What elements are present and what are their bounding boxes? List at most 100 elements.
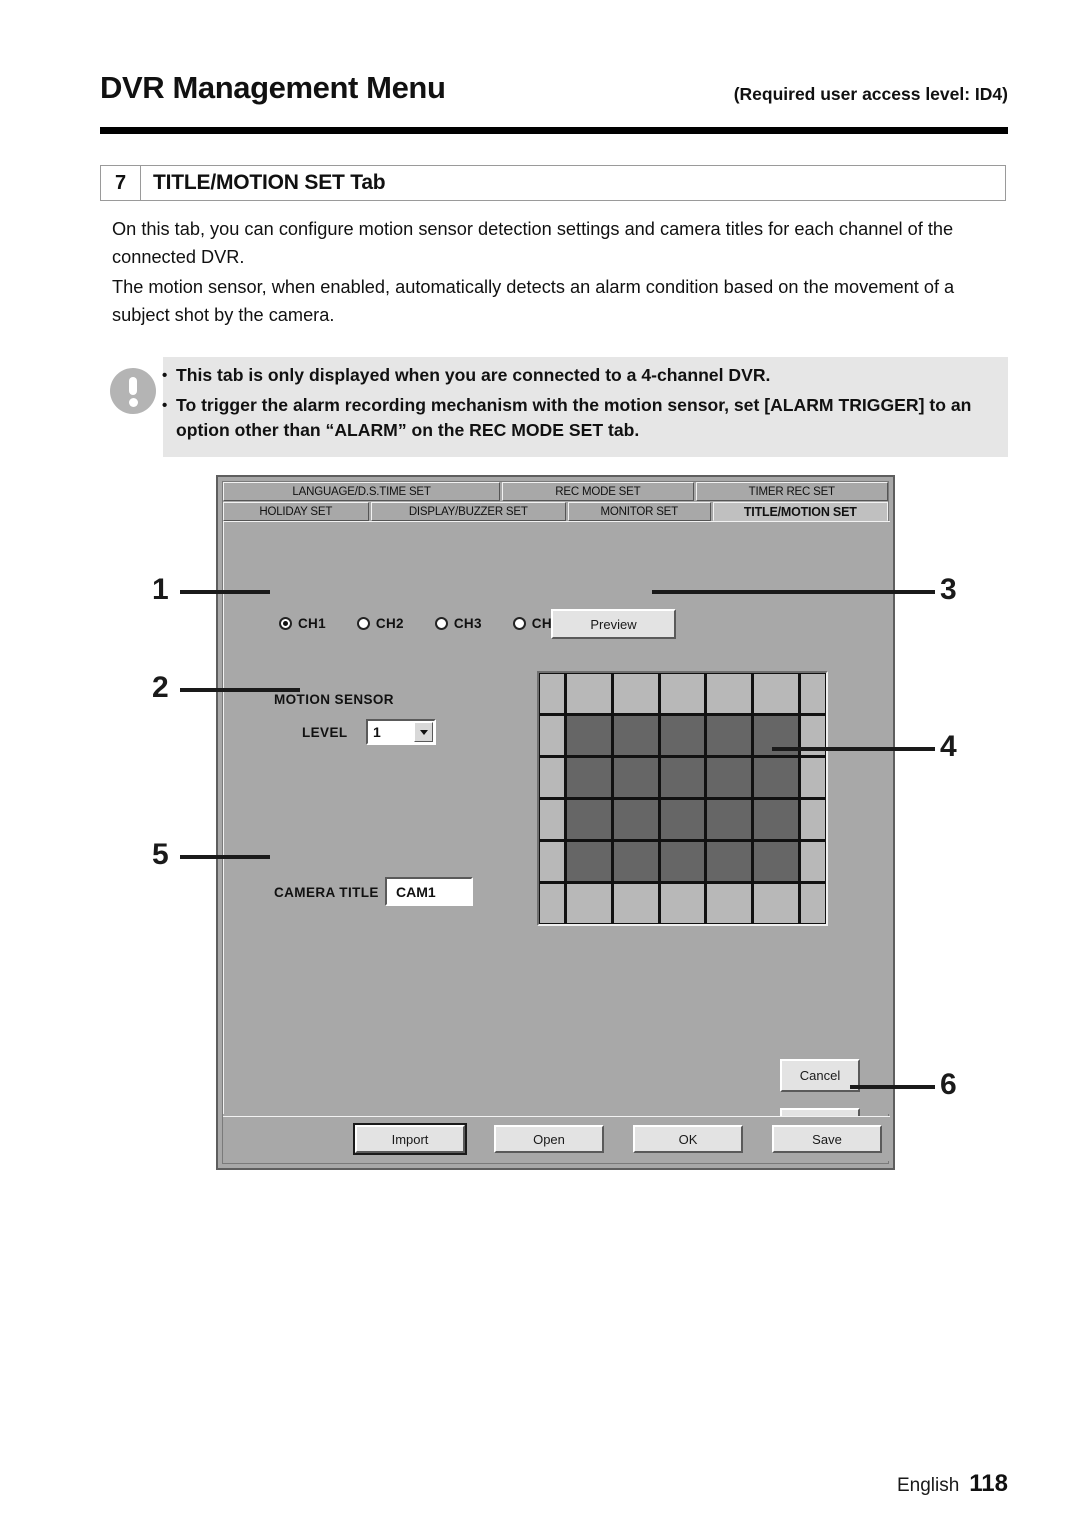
preview-button[interactable]: Preview: [551, 609, 676, 639]
exclamation-icon: [110, 368, 156, 414]
tab-holiday-set[interactable]: HOLIDAY SET: [223, 502, 369, 521]
motion-grid-cell[interactable]: [707, 842, 752, 881]
tab-timer-rec-set[interactable]: TIMER REC SET: [695, 482, 888, 501]
exclamation-icon-bar: [129, 377, 137, 395]
tab-language-d-s-time-set[interactable]: LANGUAGE/D.S.TIME SET: [223, 482, 501, 501]
radio-icon[interactable]: [279, 617, 292, 630]
motion-grid-cell[interactable]: [613, 674, 658, 713]
tab-strip: LANGUAGE/D.S.TIME SET REC MODE SET TIMER R…: [223, 482, 890, 522]
motion-grid-cell[interactable]: [660, 800, 705, 839]
motion-grid-cell[interactable]: [660, 716, 705, 755]
motion-grid-cell[interactable]: [660, 674, 705, 713]
callout-leader-3: [652, 590, 935, 594]
access-level-note: (Required user access level: ID4): [733, 84, 1008, 104]
save-button[interactable]: Save: [772, 1125, 882, 1153]
motion-grid-cell[interactable]: [707, 758, 752, 797]
motion-grid-cell[interactable]: [567, 800, 611, 839]
motion-grid-cell[interactable]: [800, 674, 825, 713]
channel-radio-ch3[interactable]: CH3: [434, 616, 482, 631]
channel-radio-label: CH1: [298, 616, 326, 631]
intro-paragraph-2: The motion sensor, when enabled, automat…: [112, 277, 955, 325]
motion-grid-cell[interactable]: [754, 758, 798, 797]
level-select[interactable]: 1: [366, 719, 436, 745]
motion-grid-cell[interactable]: [567, 884, 611, 923]
callout-leader-1: [180, 590, 270, 594]
dvr-settings-dialog: LANGUAGE/D.S.TIME SET REC MODE SET TIMER R…: [216, 475, 895, 1170]
motion-grid-cell[interactable]: [540, 842, 565, 881]
motion-grid-cell[interactable]: [754, 800, 798, 839]
motion-grid-cell[interactable]: [800, 758, 825, 797]
motion-grid-cell[interactable]: [754, 842, 798, 881]
tab-rec-mode-set[interactable]: REC MODE SET: [502, 482, 694, 501]
cancel-button[interactable]: Cancel: [780, 1059, 860, 1092]
radio-icon[interactable]: [356, 617, 370, 630]
camera-title-input[interactable]: CAM1: [385, 877, 473, 906]
motion-grid-cell[interactable]: [800, 884, 825, 923]
motion-grid-cell[interactable]: [613, 758, 658, 797]
motion-grid-cell[interactable]: [567, 842, 611, 881]
dialog-bottom-bar: Import Open OK Save: [223, 1116, 890, 1161]
radio-icon[interactable]: [512, 617, 526, 630]
channel-radio-label: CH2: [375, 616, 404, 631]
motion-grid-cell[interactable]: [540, 716, 565, 755]
motion-grid-cell[interactable]: [540, 758, 565, 797]
callout-number-2: 2: [152, 671, 169, 704]
motion-detection-grid[interactable]: [537, 671, 828, 926]
callout-number-3: 3: [940, 573, 957, 606]
footer-page-number: 118: [969, 1470, 1008, 1497]
motion-grid-cell[interactable]: [660, 758, 705, 797]
level-selected-value: 1: [373, 724, 381, 740]
motion-grid-cell[interactable]: [613, 884, 658, 923]
import-button[interactable]: Import: [353, 1123, 467, 1155]
channel-radio-ch1[interactable]: CH1: [279, 616, 326, 631]
note-item: • This tab is only displayed when you ar…: [162, 363, 1006, 388]
motion-grid-cell[interactable]: [707, 800, 752, 839]
channel-radio-ch2[interactable]: CH2: [356, 616, 404, 631]
camera-title-label: CAMERA TITLE: [274, 885, 379, 900]
header-divider: [100, 127, 1008, 134]
tab-title-motion-set[interactable]: TITLE/MOTION SET: [712, 502, 888, 521]
motion-detection-grid-cells[interactable]: [539, 673, 826, 924]
ok-button[interactable]: OK: [633, 1125, 743, 1153]
exclamation-icon-dot: [128, 398, 138, 407]
motion-sensor-group-label: MOTION SENSOR: [274, 692, 394, 707]
callout-number-1: 1: [152, 573, 169, 606]
tab-display-buzzer-set[interactable]: DISPLAY/BUZZER SET: [370, 502, 566, 521]
note-item-text: To trigger the alarm recording mechanism…: [176, 395, 972, 440]
motion-grid-cell[interactable]: [660, 842, 705, 881]
callout-number-5: 5: [152, 838, 169, 871]
motion-grid-cell[interactable]: [567, 716, 611, 755]
bullet-icon: •: [162, 397, 168, 414]
radio-icon[interactable]: [434, 617, 448, 630]
motion-grid-cell[interactable]: [707, 674, 752, 713]
note-item: • To trigger the alarm recording mechani…: [162, 393, 1006, 443]
motion-grid-cell[interactable]: [707, 884, 752, 923]
motion-grid-cell[interactable]: [754, 884, 798, 923]
channel-radio-group: CH1 CH2 CH3 CH4: [279, 616, 591, 631]
channel-radio-label: CH3: [453, 616, 482, 631]
callout-leader-6: [850, 1085, 935, 1089]
motion-grid-cell[interactable]: [613, 716, 658, 755]
motion-grid-cell[interactable]: [613, 800, 658, 839]
motion-grid-cell[interactable]: [613, 842, 658, 881]
section-number: 7: [101, 166, 141, 200]
motion-grid-cell[interactable]: [754, 674, 798, 713]
motion-grid-cell[interactable]: [540, 884, 565, 923]
motion-grid-cell[interactable]: [800, 800, 825, 839]
tab-row-bottom: HOLIDAY SET DISPLAY/BUZZER SET MONITOR SET…: [223, 502, 890, 521]
tab-panel: CH1 CH2 CH3 CH4 Preview MOTION SENSOR LEVEL…: [223, 521, 890, 1141]
motion-grid-cell[interactable]: [707, 716, 752, 755]
motion-grid-cell[interactable]: [660, 884, 705, 923]
callout-leader-5: [180, 855, 270, 859]
callout-leader-4: [772, 747, 935, 751]
motion-grid-cell[interactable]: [567, 674, 611, 713]
motion-grid-cell[interactable]: [800, 842, 825, 881]
motion-grid-cell[interactable]: [540, 674, 565, 713]
open-button[interactable]: Open: [494, 1125, 604, 1153]
section-heading: 7 TITLE/MOTION SET Tab: [100, 165, 1006, 201]
page-footer: English 118: [897, 1470, 1008, 1498]
motion-grid-cell[interactable]: [540, 800, 565, 839]
chevron-down-icon[interactable]: [414, 722, 433, 742]
tab-monitor-set[interactable]: MONITOR SET: [567, 502, 711, 521]
motion-grid-cell[interactable]: [567, 758, 611, 797]
